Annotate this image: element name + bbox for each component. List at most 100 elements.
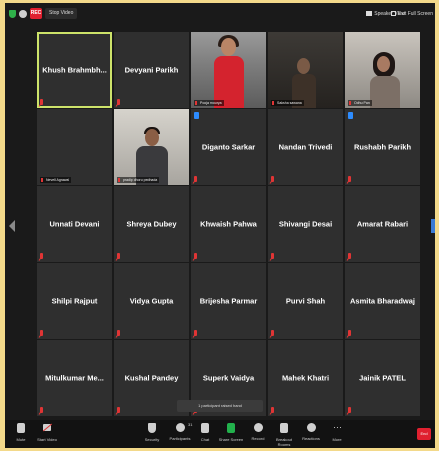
participant-video <box>268 32 343 108</box>
participant-caption: Nevell Agrawal <box>40 177 72 183</box>
participant-tile[interactable]: Rushabh Parikh <box>345 109 420 185</box>
participant-tile[interactable]: pradip dhoru pedhada <box>114 109 189 185</box>
muted-mic-icon <box>271 330 274 336</box>
participant-caption-text: Pooja mourya <box>200 101 222 105</box>
next-page-arrow-icon[interactable] <box>431 219 435 233</box>
start-video-button[interactable]: Start Video <box>33 423 61 442</box>
previous-page-arrow-icon[interactable] <box>9 220 15 232</box>
participant-tile[interactable]: Saksha sawana <box>268 32 343 108</box>
end-meeting-button[interactable]: End <box>417 428 431 440</box>
security-shield-icon <box>148 423 156 433</box>
chat-icon <box>201 423 209 433</box>
muted-mic-icon <box>348 176 351 182</box>
muted-mic-icon <box>194 253 197 259</box>
share-screen-label: Share Screen <box>218 437 244 442</box>
share-screen-button[interactable]: Share Screen <box>217 423 245 442</box>
zoom-meeting-window: REC Stop Video Speaker View Exit Full Sc… <box>5 3 435 448</box>
breakout-rooms-button[interactable]: Breakout Rooms <box>270 423 298 447</box>
participant-name: Amarat Rabari <box>356 219 409 229</box>
participant-tile[interactable]: Devyani Parikh <box>114 32 189 108</box>
recording-indicator: REC <box>30 8 42 19</box>
full-screen-icon <box>390 11 396 17</box>
participant-name: Nandan Trivedi <box>278 142 333 152</box>
participant-tile[interactable]: Shilpi Rajput <box>37 263 112 339</box>
muted-mic-icon <box>117 99 120 105</box>
participant-caption-text: Odhu Pan <box>354 101 370 105</box>
muted-mic-icon <box>349 101 351 105</box>
grid-view-icon <box>366 11 373 17</box>
participant-name: Shivangi Desai <box>278 219 333 229</box>
muted-mic-icon <box>40 407 43 413</box>
participant-tile[interactable]: Brijesha Parmar <box>191 263 266 339</box>
participant-caption: pradip dhoru pedhada <box>117 177 160 183</box>
raised-hand-notification: 1 participant raised hand <box>177 400 263 412</box>
mute-label: Mute <box>16 437 26 442</box>
participant-tile[interactable]: Nandan Trivedi <box>268 109 343 185</box>
participant-tile[interactable]: Asmita Bharadwaj <box>345 263 420 339</box>
mute-button[interactable]: Mute <box>7 423 35 442</box>
muted-mic-icon <box>348 330 351 336</box>
participant-caption: Pooja mourya <box>194 100 224 106</box>
reactions-button[interactable]: Reactions <box>297 423 325 441</box>
participant-tile[interactable]: Jainik PATEL <box>345 340 420 416</box>
more-button[interactable]: ··· More <box>323 423 351 443</box>
participant-tile[interactable]: Vidya Gupta <box>114 263 189 339</box>
record-label: Record <box>251 436 265 441</box>
chat-button[interactable]: Chat <box>191 423 219 442</box>
top-bar: REC Stop Video Speaker View Exit Full Sc… <box>5 3 435 25</box>
muted-mic-icon <box>117 330 120 336</box>
chat-label: Chat <box>200 437 210 442</box>
muted-mic-icon <box>271 407 274 413</box>
participant-tile[interactable]: Shreya Dubey <box>114 186 189 262</box>
muted-mic-icon <box>118 178 120 182</box>
muted-mic-icon <box>40 253 43 259</box>
participant-tile[interactable]: Odhu Pan <box>345 32 420 108</box>
muted-mic-icon <box>272 101 274 105</box>
participants-label: Participants <box>169 436 191 441</box>
share-screen-icon <box>227 423 235 433</box>
exit-full-screen-label: Exit Full Screen <box>397 11 433 17</box>
exit-full-screen-button[interactable]: Exit Full Screen <box>390 9 433 19</box>
participant-caption: Odhu Pan <box>348 100 372 106</box>
participant-name: Devyani Parikh <box>124 65 179 75</box>
participant-caption-text: Nevell Agrawal <box>46 178 70 182</box>
security-button[interactable]: Security <box>138 423 166 442</box>
participant-tile[interactable]: Amarat Rabari <box>345 186 420 262</box>
record-button[interactable]: Record <box>244 423 272 441</box>
participant-name: Diganto Sarkar <box>201 142 256 152</box>
participant-tile[interactable]: Purvi Shah <box>268 263 343 339</box>
raised-hand-icon <box>194 112 199 119</box>
participant-tile[interactable]: Khush Brahmbh... <box>37 32 112 108</box>
encryption-shield-icon[interactable] <box>9 10 16 18</box>
participant-name: Brijesha Parmar <box>199 296 258 306</box>
participant-tile[interactable]: Diganto Sarkar <box>191 109 266 185</box>
participant-caption-text: Saksha sawana <box>277 101 302 105</box>
participant-video <box>191 32 266 108</box>
participant-name: Mahek Khatri <box>281 373 330 383</box>
meeting-info-icon[interactable] <box>19 10 27 18</box>
participant-name: Superk Vaidya <box>202 373 255 383</box>
participant-tile[interactable]: Mitulkumar Me... <box>37 340 112 416</box>
muted-mic-icon <box>348 253 351 259</box>
video-off-icon <box>43 423 51 433</box>
stop-video-menu[interactable]: Stop Video <box>45 8 78 19</box>
participant-name: Unnati Devani <box>49 219 100 229</box>
participant-name: Shreya Dubey <box>126 219 177 229</box>
participant-tile[interactable]: Unnati Devani <box>37 186 112 262</box>
start-video-label: Start Video <box>37 437 57 442</box>
participant-name: Purvi Shah <box>285 296 326 306</box>
muted-mic-icon <box>194 330 197 336</box>
participant-name: Shilpi Rajput <box>51 296 98 306</box>
microphone-icon <box>17 423 25 433</box>
muted-mic-icon <box>40 330 43 336</box>
raised-hand-icon <box>348 112 353 119</box>
reactions-icon <box>306 423 316 432</box>
participant-tile[interactable]: Nevell Agrawal <box>37 109 112 185</box>
participant-name: Khush Brahmbh... <box>42 65 107 75</box>
participant-tile[interactable]: Khwaish Pahwa <box>191 186 266 262</box>
participant-name: Jainik PATEL <box>359 373 406 383</box>
participant-tile[interactable]: Pooja mourya <box>191 32 266 108</box>
record-icon <box>253 423 263 432</box>
participant-tile[interactable]: Mahek Khatri <box>268 340 343 416</box>
participant-tile[interactable]: Shivangi Desai <box>268 186 343 262</box>
